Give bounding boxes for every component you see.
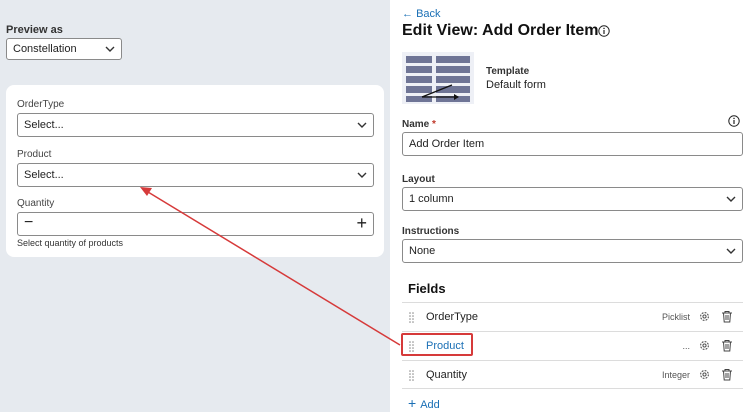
name-label: Name *	[402, 119, 436, 130]
annotation-highlight-box	[401, 333, 473, 356]
fields-heading: Fields	[408, 281, 446, 296]
field-type: Integer	[661, 370, 690, 380]
gear-icon[interactable]	[698, 339, 711, 352]
info-icon[interactable]	[598, 25, 610, 37]
field-name: Quantity	[426, 369, 467, 381]
quantity-stepper[interactable]: − +	[17, 212, 374, 236]
preview-pane: Preview as Constellation OrderType Selec…	[0, 0, 390, 412]
product-placeholder: Select...	[24, 169, 64, 181]
chevron-down-icon	[357, 122, 367, 128]
layout-select[interactable]: 1 column	[402, 187, 743, 211]
gear-icon[interactable]	[698, 310, 711, 323]
preview-as-value: Constellation	[13, 43, 77, 55]
chevron-down-icon	[105, 46, 115, 52]
instructions-label: Instructions	[402, 226, 460, 237]
back-link[interactable]: ← Back	[402, 8, 441, 20]
trash-icon[interactable]	[721, 339, 733, 352]
required-marker: *	[432, 119, 436, 130]
product-select[interactable]: Select...	[17, 163, 374, 187]
chevron-down-icon	[726, 196, 736, 202]
instructions-value: None	[409, 245, 436, 257]
field-name: OrderType	[426, 311, 478, 323]
plus-icon: +	[408, 395, 417, 411]
preview-as-select[interactable]: Constellation	[6, 38, 122, 60]
increment-button[interactable]: +	[356, 214, 367, 232]
instructions-select[interactable]: None	[402, 239, 743, 263]
template-thumbnail	[402, 52, 474, 104]
ordertype-select[interactable]: Select...	[17, 113, 374, 137]
decrement-button[interactable]: −	[24, 215, 33, 231]
layout-value: 1 column	[409, 193, 454, 205]
trash-icon[interactable]	[721, 368, 733, 381]
add-field-button[interactable]: + Add	[408, 395, 440, 411]
drag-handle-icon[interactable]	[409, 370, 414, 381]
add-label: Add	[420, 399, 440, 411]
ordertype-label: OrderType	[17, 99, 65, 110]
layout-label: Layout	[402, 174, 435, 185]
chevron-down-icon	[726, 248, 736, 254]
name-input[interactable]: Add Order Item	[402, 132, 743, 156]
field-type: Picklist	[661, 312, 690, 322]
preview-as-label: Preview as	[6, 24, 63, 36]
quantity-helper-text: Select quantity of products	[17, 238, 124, 248]
chevron-down-icon	[357, 172, 367, 178]
field-row-ordertype[interactable]: OrderType Picklist	[402, 302, 743, 331]
field-type: ...	[682, 341, 690, 351]
back-label: Back	[416, 8, 441, 20]
name-label-text: Name	[402, 119, 430, 130]
info-icon[interactable]	[728, 115, 740, 127]
drag-handle-icon[interactable]	[409, 312, 414, 323]
template-value: Default form	[486, 79, 546, 91]
back-arrow-icon: ←	[402, 8, 413, 20]
product-label: Product	[17, 149, 52, 160]
preview-form-card: OrderType Select... Product Select... Qu…	[6, 85, 384, 257]
page-title: Edit View: Add Order Item	[402, 22, 599, 39]
field-row-quantity[interactable]: Quantity Integer	[402, 360, 743, 389]
template-label: Template	[486, 66, 530, 77]
gear-icon[interactable]	[698, 368, 711, 381]
trash-icon[interactable]	[721, 310, 733, 323]
ordertype-placeholder: Select...	[24, 119, 64, 131]
quantity-label: Quantity	[17, 198, 55, 209]
